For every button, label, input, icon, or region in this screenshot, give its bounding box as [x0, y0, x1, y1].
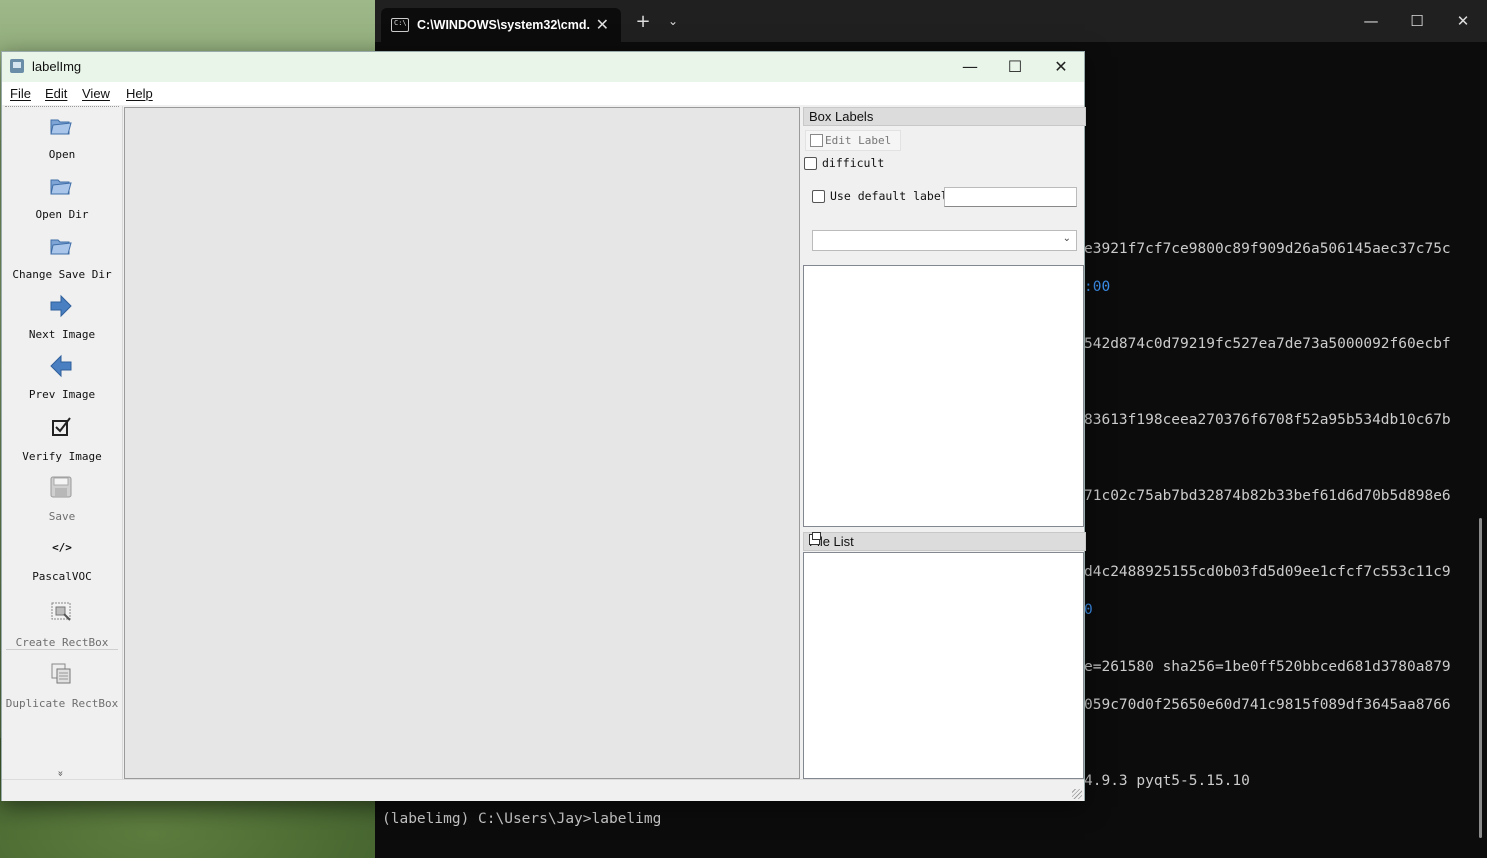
menu-help[interactable]: Help	[126, 86, 153, 101]
tab-close-icon[interactable]: ✕	[596, 15, 609, 35]
edit-icon	[810, 134, 823, 147]
prev-image-label: Prev Image	[28, 388, 96, 401]
next-image-label: Next Image	[28, 328, 96, 341]
terminal-line: 542d874c0d79219fc527ea7de73a5000092f60ec…	[1084, 336, 1451, 352]
terminal-titlebar: C:\WINDOWS\system32\cmd. ✕ + ⌄ — ☐ ✕	[375, 0, 1487, 42]
labelimg-app-icon	[10, 59, 24, 73]
create-rectbox-label: Create RectBox	[15, 636, 109, 649]
image-canvas[interactable]	[124, 107, 800, 779]
terminal-line: e3921f7cf7ce9800c89f909d26a506145aec37c7…	[1084, 241, 1451, 257]
folder-open-icon	[50, 179, 72, 195]
edit-label-button[interactable]: Edit Label	[805, 130, 901, 151]
save-button[interactable]: Save	[2, 475, 122, 525]
file-list[interactable]	[803, 552, 1084, 779]
terminal-line: 71c02c75ab7bd32874b82b33bef61d6d70b5d898…	[1084, 488, 1451, 504]
duplicate-rectbox-label: Duplicate RectBox	[5, 697, 119, 710]
copy-icon	[51, 663, 71, 684]
duplicate-rectbox-button[interactable]: Duplicate RectBox	[2, 661, 122, 711]
box-labels-dock-title[interactable]: Box Labels	[803, 107, 1086, 126]
floppy-disk-icon	[50, 476, 72, 498]
edit-label-text: Edit Label	[825, 134, 892, 147]
terminal-line: 4.9.3 pyqt5-5.15.10	[1084, 773, 1250, 789]
next-image-button[interactable]: Next Image	[2, 294, 122, 344]
format-toggle-button[interactable]: </> PascalVOC	[2, 538, 122, 588]
resize-grip-icon[interactable]	[1072, 789, 1082, 799]
checkbox-checked-icon	[52, 417, 71, 436]
maximize-button[interactable]: ☐	[1000, 56, 1030, 78]
terminal-prompt[interactable]: (labelimg) C:\Users\Jay>labelimg	[382, 811, 661, 827]
close-button[interactable]: ✕	[1046, 56, 1076, 78]
toolbar-grip[interactable]	[5, 106, 119, 110]
format-label: PascalVOC	[32, 570, 92, 583]
open-button[interactable]: Open	[2, 114, 122, 164]
toolbar-extension-icon[interactable]: »	[55, 770, 66, 776]
tab-dropdown-icon[interactable]: ⌄	[665, 14, 681, 30]
terminal-minimize-button[interactable]: —	[1356, 10, 1386, 32]
difficult-checkbox[interactable]	[804, 157, 817, 170]
dock-float-icon[interactable]	[809, 532, 821, 545]
minimize-button[interactable]: —	[955, 56, 985, 78]
difficult-label: difficult	[822, 156, 885, 170]
arrow-right-icon	[50, 294, 72, 318]
label-select-combobox[interactable]: ⌄	[812, 230, 1077, 251]
terminal-line: 059c70d0f25650e60d741c9815f089df3645aa87…	[1084, 697, 1451, 713]
prev-image-button[interactable]: Prev Image	[2, 354, 122, 404]
labelimg-titlebar: labelImg — ☐ ✕	[2, 52, 1084, 82]
label-list[interactable]	[803, 265, 1084, 527]
open-dir-button[interactable]: Open Dir	[2, 174, 122, 224]
code-icon: </>	[52, 541, 72, 554]
folder-open-icon	[50, 119, 72, 135]
menu-view[interactable]: View	[82, 86, 110, 101]
status-bar	[2, 779, 1084, 801]
box-labels-title: Box Labels	[809, 109, 874, 124]
save-label: Save	[48, 510, 76, 523]
create-rectbox-button[interactable]: Create RectBox	[2, 600, 122, 650]
use-default-label-label: Use default label	[830, 189, 948, 203]
menu-bar: File Edit View Help	[2, 82, 1084, 105]
default-label-input[interactable]	[944, 187, 1077, 207]
window-title: labelImg	[32, 59, 82, 74]
open-label: Open	[48, 148, 76, 161]
verify-image-label: Verify Image	[22, 450, 102, 463]
terminal-tab-title: C:\WINDOWS\system32\cmd.	[417, 18, 590, 32]
terminal-line: e=261580 sha256=1be0ff520bbced681d3780a8…	[1084, 659, 1451, 675]
menu-edit[interactable]: Edit	[45, 86, 67, 101]
chevron-down-icon: ⌄	[1062, 233, 1071, 244]
terminal-maximize-button[interactable]: ☐	[1402, 10, 1432, 32]
terminal-line: 0	[1084, 602, 1093, 618]
terminal-line: d4c2488925155cd0b03fd5d09ee1cfcf7c553c11…	[1084, 564, 1451, 580]
terminal-line: 83613f198ceea270376f6708f52a95b534db10c6…	[1084, 412, 1451, 428]
change-save-dir-button[interactable]: Change Save Dir	[2, 234, 122, 284]
file-list-dock-title[interactable]: File List	[803, 532, 1086, 551]
labelimg-window[interactable]: labelImg — ☐ ✕ File Edit View Help Open …	[1, 51, 1086, 801]
arrow-left-icon	[50, 354, 72, 378]
new-tab-button[interactable]: +	[633, 12, 653, 32]
folder-open-icon	[50, 239, 72, 255]
change-save-dir-label: Change Save Dir	[12, 268, 112, 281]
cmd-icon	[391, 18, 409, 32]
terminal-tab[interactable]: C:\WINDOWS\system32\cmd. ✕	[381, 8, 621, 42]
use-default-label-checkbox[interactable]	[812, 190, 825, 203]
terminal-scrollbar[interactable]	[1479, 518, 1482, 838]
open-dir-label: Open Dir	[35, 208, 89, 221]
terminal-close-button[interactable]: ✕	[1448, 10, 1478, 32]
left-toolbar: Open Open Dir Change Save Dir Next Image	[2, 106, 123, 800]
menu-file[interactable]: File	[10, 86, 31, 101]
terminal-line: :00	[1084, 279, 1111, 295]
draw-rectangle-icon	[51, 602, 71, 621]
verify-image-button[interactable]: Verify Image	[2, 415, 122, 465]
